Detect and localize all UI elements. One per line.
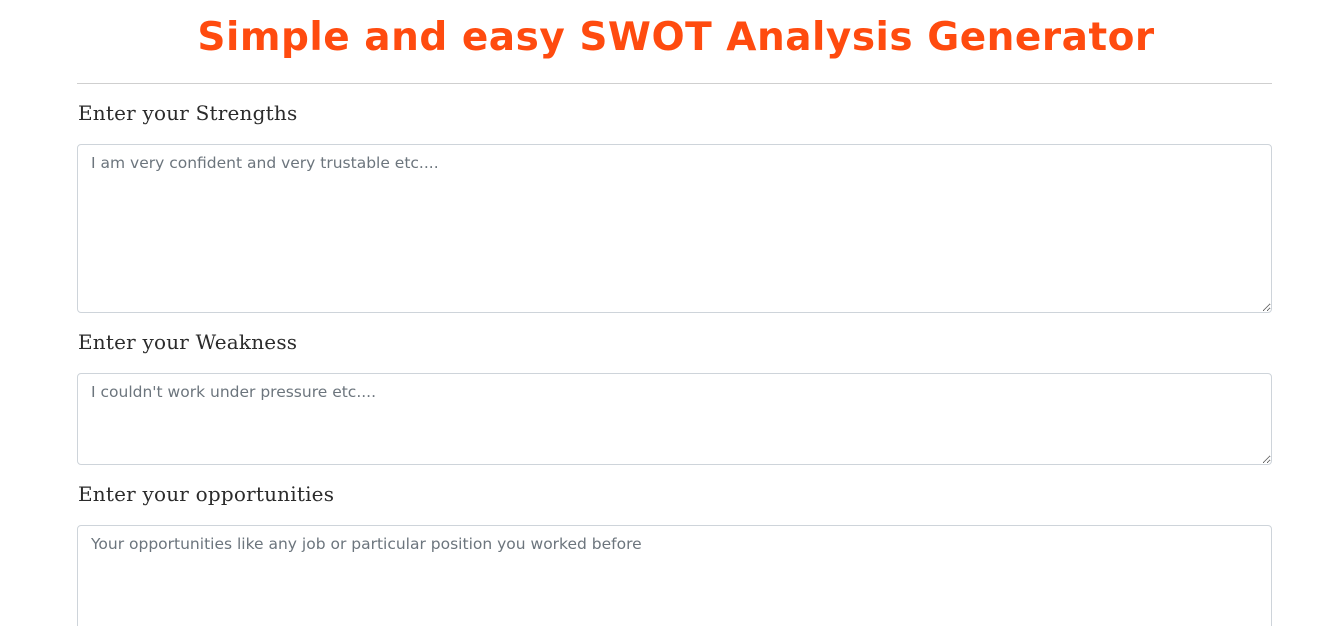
title-divider xyxy=(77,83,1272,84)
weakness-textarea[interactable] xyxy=(77,373,1272,465)
strengths-label: Enter your Strengths xyxy=(78,101,298,125)
swot-generator-page: Simple and easy SWOT Analysis Generator … xyxy=(0,0,1321,626)
weakness-label: Enter your Weakness xyxy=(78,330,298,354)
strengths-textarea[interactable] xyxy=(77,144,1272,313)
opportunities-textarea[interactable] xyxy=(77,525,1272,626)
page-title: Simple and easy SWOT Analysis Generator xyxy=(197,15,1155,60)
opportunities-label: Enter your opportunities xyxy=(78,482,335,506)
